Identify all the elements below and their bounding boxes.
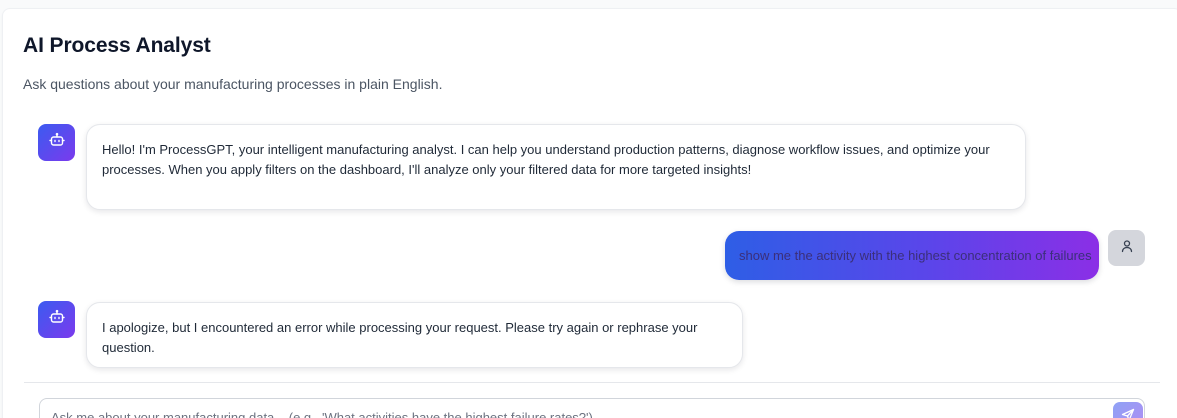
assistant-message: Hello! I'm ProcessGPT, your intelligent … — [86, 124, 1026, 210]
message-line: processes. When you apply filters on the… — [102, 162, 752, 177]
assistant-avatar — [38, 301, 75, 338]
send-button[interactable] — [1113, 402, 1143, 418]
chat-input[interactable] — [40, 399, 1100, 418]
page-subtitle: Ask questions about your manufacturing p… — [23, 76, 443, 92]
user-avatar — [1108, 230, 1145, 266]
message-line: I apologize, but I encountered an error … — [102, 320, 698, 355]
page-title: AI Process Analyst — [23, 34, 211, 57]
assistant-avatar — [38, 124, 75, 161]
bot-icon — [48, 132, 65, 153]
assistant-message: I apologize, but I encountered an error … — [86, 302, 743, 368]
user-message: show me the activity with the highest co… — [725, 231, 1099, 280]
composer-divider — [24, 382, 1160, 383]
message-text: show me the activity with the highest co… — [739, 248, 1092, 263]
chat-composer — [39, 398, 1145, 418]
bot-icon — [48, 309, 65, 330]
user-icon — [1120, 239, 1134, 258]
message-line: Hello! I'm ProcessGPT, your intelligent … — [102, 142, 990, 157]
send-icon — [1121, 408, 1135, 418]
